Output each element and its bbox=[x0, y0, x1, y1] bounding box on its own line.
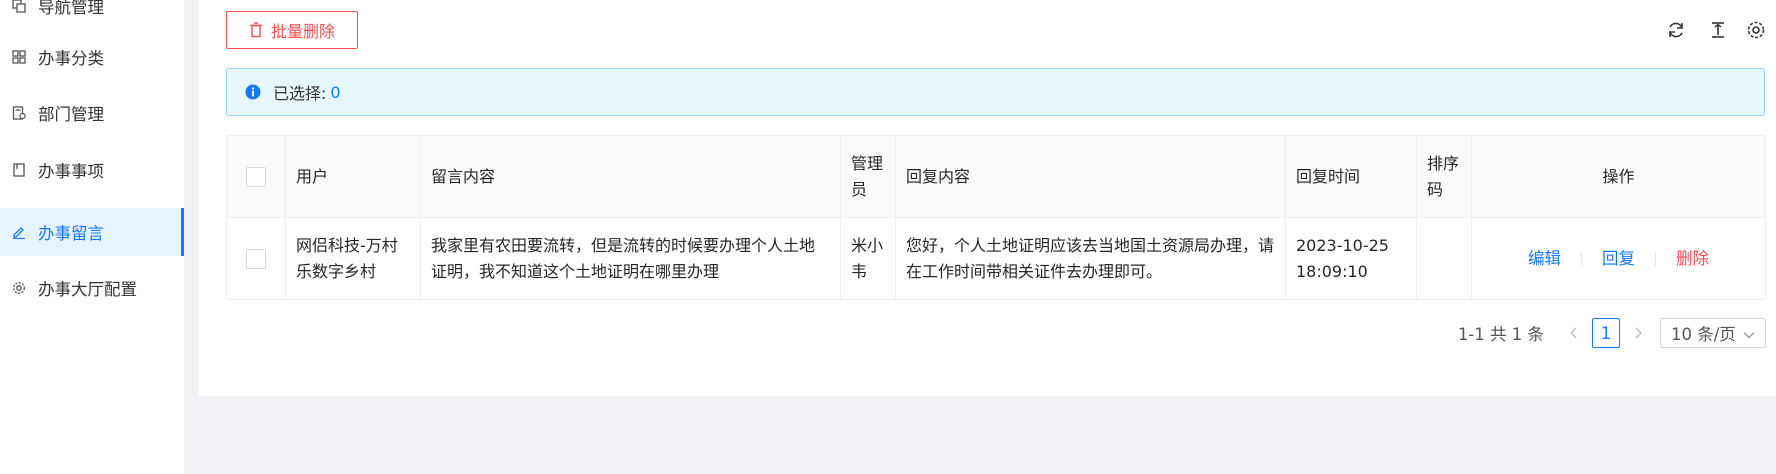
pagination-total: 1-1 共 1 条 bbox=[1457, 325, 1544, 344]
prev-page-icon[interactable] bbox=[1562, 324, 1586, 343]
sidebar-item-label: 办事事项 bbox=[38, 162, 104, 181]
column-header-sort-code[interactable]: 排序码 bbox=[1416, 135, 1472, 218]
column-header-admin[interactable]: 管理员 bbox=[840, 135, 896, 218]
cell-sort-code bbox=[1416, 217, 1472, 300]
row-select-cell bbox=[226, 217, 286, 300]
audit-icon bbox=[12, 106, 26, 120]
messages-table: 用户 留言内容 管理员 回复内容 回复时间 排序码 操作 网侣科技-万村乐数字乡… bbox=[226, 135, 1766, 300]
table-toolbar bbox=[1656, 18, 1776, 42]
select-all-checkbox[interactable] bbox=[246, 167, 266, 187]
sidebar-item-matters[interactable]: 办事事项 bbox=[0, 146, 184, 194]
reply-link[interactable]: 回复 bbox=[1602, 246, 1635, 272]
page-size-select[interactable]: 10 条/页 bbox=[1660, 318, 1766, 348]
sidebar-item-label: 办事大厅配置 bbox=[38, 280, 137, 299]
cell-reply-time: 2023-10-25 18:09:10 bbox=[1285, 217, 1417, 300]
sidebar: 导航管理 办事分类 部门管理 办事事项 办事留言 办事大厅配置 bbox=[0, 0, 184, 474]
column-header-reply[interactable]: 回复内容 bbox=[895, 135, 1286, 218]
delete-link[interactable]: 删除 bbox=[1676, 246, 1709, 272]
action-divider bbox=[1655, 251, 1656, 266]
batch-delete-label: 批量删除 bbox=[270, 22, 335, 41]
pagination: 1-1 共 1 条 1 10 条/页 bbox=[1458, 318, 1766, 348]
cell-message: 我家里有农田要流转，但是流转的时候要办理个人土地证明，我不知道这个土地证明在哪里… bbox=[420, 217, 841, 300]
table-row: 网侣科技-万村乐数字乡村 我家里有农田要流转，但是流转的时候要办理个人土地证明，… bbox=[226, 217, 1766, 300]
chevron-down-icon bbox=[1743, 324, 1755, 343]
setting-icon bbox=[12, 281, 26, 295]
book-icon bbox=[12, 163, 26, 177]
settings-icon[interactable] bbox=[1744, 18, 1768, 42]
sidebar-item-navigation[interactable]: 导航管理 bbox=[0, 0, 184, 30]
row-actions: 编辑 回复 删除 bbox=[1482, 246, 1755, 272]
column-header-user[interactable]: 用户 bbox=[285, 135, 421, 218]
sidebar-item-label: 导航管理 bbox=[38, 0, 104, 17]
edit-icon bbox=[12, 225, 26, 239]
cell-user: 网侣科技-万村乐数字乡村 bbox=[285, 217, 421, 300]
page-size-value: 10 条/页 bbox=[1671, 325, 1736, 344]
sidebar-item-hall-config[interactable]: 办事大厅配置 bbox=[0, 264, 184, 312]
batch-delete-button[interactable]: 批量删除 bbox=[226, 11, 358, 49]
page-number[interactable]: 1 bbox=[1592, 318, 1620, 348]
info-icon bbox=[245, 84, 261, 100]
grid-icon bbox=[12, 50, 26, 64]
row-checkbox[interactable] bbox=[246, 249, 266, 269]
cell-actions: 编辑 回复 删除 bbox=[1471, 217, 1766, 300]
column-height-icon[interactable] bbox=[1706, 18, 1730, 42]
copy-icon bbox=[12, 0, 26, 13]
selection-alert: 已选择: 0 bbox=[226, 68, 1765, 116]
action-divider bbox=[1581, 251, 1582, 266]
sidebar-item-label: 办事分类 bbox=[38, 49, 104, 68]
delete-icon bbox=[249, 22, 263, 38]
column-header-message[interactable]: 留言内容 bbox=[420, 135, 841, 218]
sidebar-item-label: 办事留言 bbox=[38, 224, 104, 243]
select-all-cell bbox=[226, 135, 286, 218]
sidebar-item-categories[interactable]: 办事分类 bbox=[0, 33, 184, 81]
edit-link[interactable]: 编辑 bbox=[1528, 246, 1561, 272]
selected-label: 已选择: bbox=[273, 84, 327, 103]
next-page-icon[interactable] bbox=[1626, 324, 1650, 343]
sidebar-item-label: 部门管理 bbox=[38, 105, 104, 124]
column-header-actions: 操作 bbox=[1471, 135, 1766, 218]
sidebar-item-departments[interactable]: 部门管理 bbox=[0, 89, 184, 137]
column-header-reply-time[interactable]: 回复时间 bbox=[1285, 135, 1417, 218]
content-panel: 批量删除 已选择: 0 用户 留言内容 管理员 回复内容 回复时间 排序码 操作… bbox=[199, 0, 1776, 396]
reload-icon[interactable] bbox=[1664, 18, 1688, 42]
table-header-row: 用户 留言内容 管理员 回复内容 回复时间 排序码 操作 bbox=[226, 135, 1766, 218]
sidebar-item-messages[interactable]: 办事留言 bbox=[0, 208, 184, 256]
cell-admin: 米小韦 bbox=[840, 217, 896, 300]
selected-count: 0 bbox=[330, 82, 341, 102]
cell-reply: 您好，个人土地证明应该去当地国土资源局办理，请在工作时间带相关证件去办理即可。 bbox=[895, 217, 1286, 300]
